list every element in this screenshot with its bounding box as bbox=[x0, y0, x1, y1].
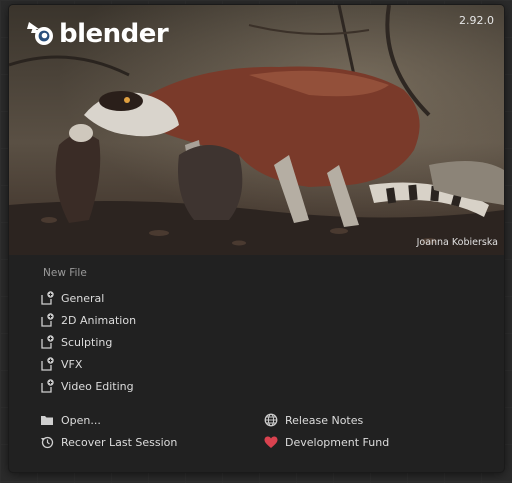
file-new-icon bbox=[39, 356, 55, 372]
template-video-editing-button[interactable]: Video Editing bbox=[39, 375, 136, 397]
release-notes-label: Release Notes bbox=[285, 413, 364, 427]
file-new-icon bbox=[39, 378, 55, 394]
version-label: 2.92.0 bbox=[459, 14, 494, 27]
help-links: Release Notes Development Fund bbox=[263, 409, 389, 453]
template-general-button[interactable]: General bbox=[39, 287, 136, 309]
blender-wordmark: blender bbox=[59, 19, 169, 49]
new-file-heading: New File bbox=[43, 267, 87, 279]
open-label: Open... bbox=[61, 413, 101, 427]
recover-icon bbox=[39, 434, 55, 450]
file-new-icon bbox=[39, 334, 55, 350]
development-fund-link[interactable]: Development Fund bbox=[263, 431, 389, 453]
file-new-icon bbox=[39, 290, 55, 306]
splash-screen: blender 2.92.0 Joanna Kobierska New File… bbox=[9, 5, 504, 472]
open-button[interactable]: Open... bbox=[39, 409, 177, 431]
artwork-credit: Joanna Kobierska bbox=[416, 237, 498, 248]
globe-icon bbox=[263, 412, 279, 428]
heart-icon bbox=[263, 434, 279, 450]
release-notes-link[interactable]: Release Notes bbox=[263, 409, 389, 431]
template-label: General bbox=[61, 291, 105, 305]
template-2d-animation-button[interactable]: 2D Animation bbox=[39, 309, 136, 331]
file-new-icon bbox=[39, 312, 55, 328]
template-vfx-button[interactable]: VFX bbox=[39, 353, 136, 375]
template-sculpting-button[interactable]: Sculpting bbox=[39, 331, 136, 353]
template-label: 2D Animation bbox=[61, 313, 137, 327]
new-file-list: General 2D Animation Sculpting VFX Video… bbox=[39, 287, 136, 397]
file-actions: Open... Recover Last Session bbox=[39, 409, 177, 453]
development-fund-label: Development Fund bbox=[285, 435, 390, 449]
recover-last-session-button[interactable]: Recover Last Session bbox=[39, 431, 177, 453]
recover-label: Recover Last Session bbox=[61, 435, 178, 449]
blender-logo-icon bbox=[25, 21, 55, 47]
template-label: VFX bbox=[61, 357, 83, 371]
blender-logo: blender bbox=[25, 19, 169, 49]
splash-image: blender 2.92.0 Joanna Kobierska bbox=[9, 5, 504, 255]
template-label: Sculpting bbox=[61, 335, 113, 349]
template-label: Video Editing bbox=[61, 379, 134, 393]
folder-icon bbox=[39, 412, 55, 428]
